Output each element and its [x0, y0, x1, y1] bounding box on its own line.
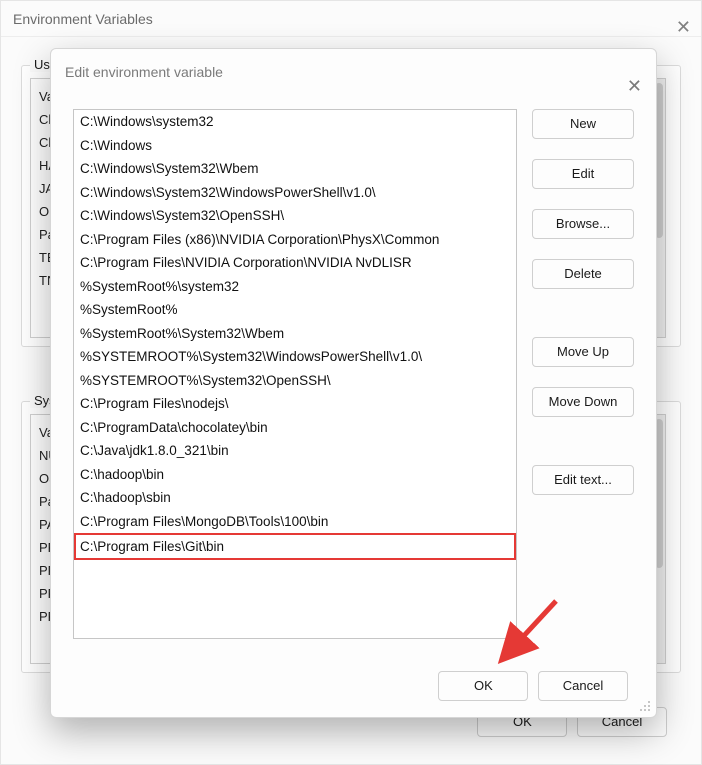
path-item[interactable]: %SystemRoot%	[74, 298, 516, 322]
path-item[interactable]: %SystemRoot%\System32\Wbem	[74, 322, 516, 346]
edit-text-button[interactable]: Edit text...	[532, 465, 634, 495]
edit-env-var-title: Edit environment variable	[65, 64, 223, 80]
path-item[interactable]: C:\hadoop\bin	[74, 463, 516, 487]
move-down-button[interactable]: Move Down	[532, 387, 634, 417]
edit-env-var-title-bar: Edit environment variable ✕	[51, 49, 656, 95]
path-item[interactable]: C:\Program Files\nodejs\	[74, 392, 516, 416]
env-vars-title: Environment Variables	[13, 11, 153, 27]
path-item[interactable]: C:\Program Files\MongoDB\Tools\100\bin	[74, 510, 516, 534]
close-icon[interactable]: ✕	[627, 63, 642, 109]
path-item[interactable]: %SYSTEMROOT%\System32\WindowsPowerShell\…	[74, 345, 516, 369]
move-up-button[interactable]: Move Up	[532, 337, 634, 367]
close-icon[interactable]: ✕	[676, 9, 691, 45]
path-item[interactable]: C:\ProgramData\chocolatey\bin	[74, 416, 516, 440]
path-item[interactable]: %SystemRoot%\system32	[74, 275, 516, 299]
new-button[interactable]: New	[532, 109, 634, 139]
path-item[interactable]: C:\Program Files (x86)\NVIDIA Corporatio…	[74, 228, 516, 252]
edit-env-buttons: New Edit Browse... Delete Move Up Move D…	[532, 109, 634, 515]
delete-button[interactable]: Delete	[532, 259, 634, 289]
path-item[interactable]: C:\Windows	[74, 134, 516, 158]
path-item[interactable]: C:\Program Files\Git\bin	[74, 533, 516, 560]
cancel-button[interactable]: Cancel	[538, 671, 628, 701]
edit-env-var-dialog: Edit environment variable ✕ C:\Windows\s…	[50, 48, 657, 718]
path-item[interactable]: C:\hadoop\sbin	[74, 486, 516, 510]
path-item[interactable]: C:\Windows\system32	[74, 110, 516, 134]
path-item[interactable]: C:\Windows\System32\Wbem	[74, 157, 516, 181]
path-item[interactable]: C:\Windows\System32\OpenSSH\	[74, 204, 516, 228]
edit-button[interactable]: Edit	[532, 159, 634, 189]
path-item[interactable]: %SYSTEMROOT%\System32\OpenSSH\	[74, 369, 516, 393]
path-item[interactable]: C:\Program Files\NVIDIA Corporation\NVID…	[74, 251, 516, 275]
ok-button[interactable]: OK	[438, 671, 528, 701]
browse-button[interactable]: Browse...	[532, 209, 634, 239]
path-item[interactable]: C:\Windows\System32\WindowsPowerShell\v1…	[74, 181, 516, 205]
path-item[interactable]: C:\Java\jdk1.8.0_321\bin	[74, 439, 516, 463]
resize-grip-icon[interactable]	[640, 701, 652, 713]
path-listbox[interactable]: C:\Windows\system32C:\WindowsC:\Windows\…	[73, 109, 517, 639]
env-vars-title-bar: Environment Variables ✕	[1, 1, 701, 37]
